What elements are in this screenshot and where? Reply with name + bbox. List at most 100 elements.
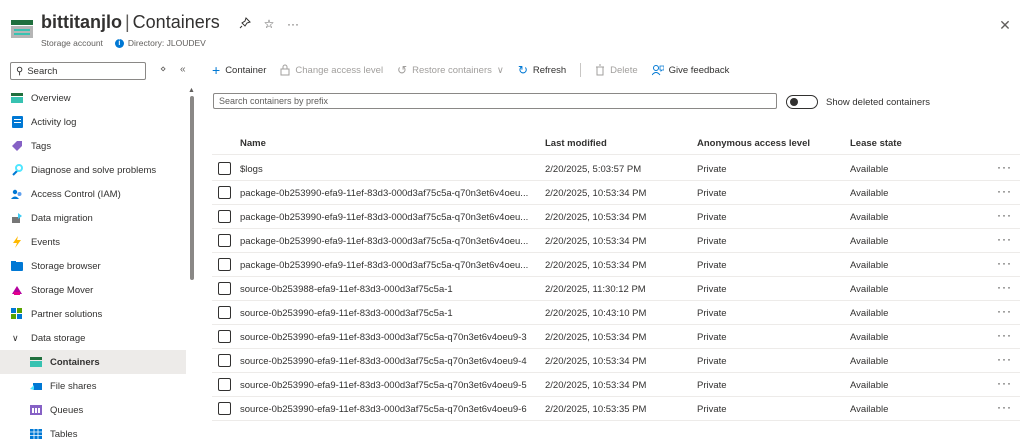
last-modified-cell: 2/20/2025, 10:53:34 PM bbox=[545, 188, 647, 199]
add-container-button[interactable]: + Container bbox=[212, 62, 266, 78]
access-level-cell: Private bbox=[697, 212, 727, 223]
row-more-options-icon[interactable]: ··· bbox=[997, 328, 1012, 342]
prefix-search-placeholder: Search containers by prefix bbox=[219, 96, 329, 106]
row-more-options-icon[interactable]: ··· bbox=[997, 280, 1012, 294]
container-name-link[interactable]: source-0b253990-efa9-11ef-83d3-000d3af75… bbox=[240, 308, 540, 319]
container-name-link[interactable]: source-0b253988-efa9-11ef-83d3-000d3af75… bbox=[240, 284, 540, 295]
sidebar-item-activity-log[interactable]: Activity log bbox=[0, 110, 186, 134]
search-icon: ⚲ bbox=[16, 65, 24, 77]
folder-icon bbox=[11, 260, 23, 272]
show-deleted-toggle[interactable] bbox=[786, 95, 818, 109]
tag-icon bbox=[11, 140, 23, 152]
column-header-name[interactable]: Name bbox=[240, 138, 266, 149]
container-prefix-search-input[interactable]: Search containers by prefix bbox=[213, 93, 777, 109]
row-more-options-icon[interactable]: ··· bbox=[997, 160, 1012, 174]
restore-containers-button[interactable]: ↺ Restore containers ∨ bbox=[397, 63, 504, 77]
row-checkbox[interactable] bbox=[218, 402, 231, 415]
container-name-link[interactable]: $logs bbox=[240, 164, 540, 175]
table-row[interactable]: source-0b253990-efa9-11ef-83d3-000d3af75… bbox=[212, 325, 1020, 349]
favorite-star-icon[interactable]: ☆ bbox=[262, 17, 276, 31]
access-level-cell: Private bbox=[697, 260, 727, 271]
table-row[interactable]: source-0b253990-efa9-11ef-83d3-000d3af75… bbox=[212, 397, 1020, 421]
sidebar-item-tags[interactable]: Tags bbox=[0, 134, 186, 158]
sidebar-item-overview[interactable]: Overview bbox=[0, 86, 186, 110]
sidebar-item-diagnose[interactable]: Diagnose and solve problems bbox=[0, 158, 186, 182]
container-name-link[interactable]: package-0b253990-efa9-11ef-83d3-000d3af7… bbox=[240, 212, 540, 223]
table-row[interactable]: package-0b253990-efa9-11ef-83d3-000d3af7… bbox=[212, 229, 1020, 253]
table-row[interactable]: package-0b253990-efa9-11ef-83d3-000d3af7… bbox=[212, 205, 1020, 229]
sidebar-item-queues[interactable]: Queues bbox=[0, 398, 186, 422]
row-checkbox[interactable] bbox=[218, 186, 231, 199]
toolbar-divider bbox=[580, 63, 582, 77]
sidebar-item-events[interactable]: Events bbox=[0, 230, 186, 254]
column-header-last-modified[interactable]: Last modified bbox=[545, 138, 607, 149]
row-checkbox[interactable] bbox=[218, 282, 231, 295]
overview-icon bbox=[11, 92, 23, 104]
row-more-options-icon[interactable]: ··· bbox=[997, 232, 1012, 246]
sidebar-item-tables[interactable]: Tables bbox=[0, 422, 186, 442]
lease-state-cell: Available bbox=[850, 164, 889, 175]
lease-state-cell: Available bbox=[850, 284, 889, 295]
change-access-level-button[interactable]: Change access level bbox=[280, 64, 383, 76]
table-row[interactable]: source-0b253988-efa9-11ef-83d3-000d3af75… bbox=[212, 277, 1020, 301]
table-row[interactable]: package-0b253990-efa9-11ef-83d3-000d3af7… bbox=[212, 181, 1020, 205]
row-more-options-icon[interactable]: ··· bbox=[997, 376, 1012, 390]
column-header-lease-state[interactable]: Lease state bbox=[850, 138, 902, 149]
container-name-link[interactable]: source-0b253990-efa9-11ef-83d3-000d3af75… bbox=[240, 356, 540, 367]
close-icon[interactable]: ✕ bbox=[998, 18, 1012, 32]
delete-button[interactable]: Delete bbox=[595, 64, 638, 76]
row-more-options-icon[interactable]: ··· bbox=[997, 208, 1012, 222]
table-row[interactable]: source-0b253990-efa9-11ef-83d3-000d3af75… bbox=[212, 349, 1020, 373]
sidebar-item-file-shares[interactable]: File shares bbox=[0, 374, 186, 398]
scroll-up-icon[interactable]: ▲ bbox=[188, 87, 195, 94]
container-name-link[interactable]: source-0b253990-efa9-11ef-83d3-000d3af75… bbox=[240, 332, 540, 343]
sidebar-item-storage-mover[interactable]: Storage Mover bbox=[0, 278, 186, 302]
sidebar-item-data-migration[interactable]: Data migration bbox=[0, 206, 186, 230]
sidebar-item-containers[interactable]: Containers bbox=[0, 350, 186, 374]
column-header-access-level[interactable]: Anonymous access level bbox=[697, 138, 810, 149]
container-name-link[interactable]: package-0b253990-efa9-11ef-83d3-000d3af7… bbox=[240, 188, 540, 199]
give-feedback-button[interactable]: Give feedback bbox=[651, 64, 729, 76]
container-name-link[interactable]: source-0b253990-efa9-11ef-83d3-000d3af75… bbox=[240, 380, 540, 391]
row-checkbox[interactable] bbox=[218, 258, 231, 271]
sidebar-item-partner-solutions[interactable]: Partner solutions bbox=[0, 302, 186, 326]
row-checkbox[interactable] bbox=[218, 354, 231, 367]
page-header: bittitanjlo | Containers Storage account i… bbox=[0, 0, 1024, 56]
title-separator: | bbox=[124, 12, 130, 32]
collapse-settings-icon[interactable]: ⋄ bbox=[160, 64, 166, 75]
last-modified-cell: 2/20/2025, 10:53:35 PM bbox=[545, 404, 647, 415]
collapse-menu-icon[interactable]: « bbox=[180, 64, 186, 75]
sidebar-item-label: Overview bbox=[31, 92, 71, 104]
row-more-options-icon[interactable]: ··· bbox=[997, 352, 1012, 366]
table-row[interactable]: source-0b253990-efa9-11ef-83d3-000d3af75… bbox=[212, 373, 1020, 397]
row-more-options-icon[interactable]: ··· bbox=[997, 184, 1012, 198]
row-more-options-icon[interactable]: ··· bbox=[997, 400, 1012, 414]
refresh-label: Refresh bbox=[532, 64, 567, 76]
row-checkbox[interactable] bbox=[218, 162, 231, 175]
table-row[interactable]: $logs 2/20/2025, 5:03:57 PM Private Availab… bbox=[212, 157, 1020, 181]
sidebar-search-input[interactable]: ⚲ Search bbox=[10, 62, 146, 80]
resource-type: Storage account bbox=[41, 38, 103, 48]
row-more-options-icon[interactable]: ··· bbox=[997, 256, 1012, 270]
table-icon bbox=[30, 428, 42, 440]
pin-icon[interactable] bbox=[238, 17, 252, 31]
table-row[interactable]: package-0b253990-efa9-11ef-83d3-000d3af7… bbox=[212, 253, 1020, 277]
row-more-options-icon[interactable]: ··· bbox=[997, 304, 1012, 318]
sidebar-item-storage-browser[interactable]: Storage browser bbox=[0, 254, 186, 278]
more-options-icon[interactable]: ··· bbox=[286, 17, 300, 31]
refresh-button[interactable]: ↻ Refresh bbox=[518, 63, 566, 77]
sidebar-item-iam[interactable]: Access Control (IAM) bbox=[0, 182, 186, 206]
row-checkbox[interactable] bbox=[218, 210, 231, 223]
row-checkbox[interactable] bbox=[218, 234, 231, 247]
container-name-link[interactable]: source-0b253990-efa9-11ef-83d3-000d3af75… bbox=[240, 404, 540, 415]
container-name-link[interactable]: package-0b253990-efa9-11ef-83d3-000d3af7… bbox=[240, 236, 540, 247]
sidebar-scrollbar[interactable] bbox=[190, 96, 194, 280]
container-name-link[interactable]: package-0b253990-efa9-11ef-83d3-000d3af7… bbox=[240, 260, 540, 271]
sidebar-item-label: Partner solutions bbox=[31, 308, 103, 320]
row-checkbox[interactable] bbox=[218, 306, 231, 319]
sidebar-group-data-storage[interactable]: ∨ Data storage bbox=[0, 326, 186, 350]
lease-state-cell: Available bbox=[850, 332, 889, 343]
row-checkbox[interactable] bbox=[218, 378, 231, 391]
row-checkbox[interactable] bbox=[218, 330, 231, 343]
table-row[interactable]: source-0b253990-efa9-11ef-83d3-000d3af75… bbox=[212, 301, 1020, 325]
